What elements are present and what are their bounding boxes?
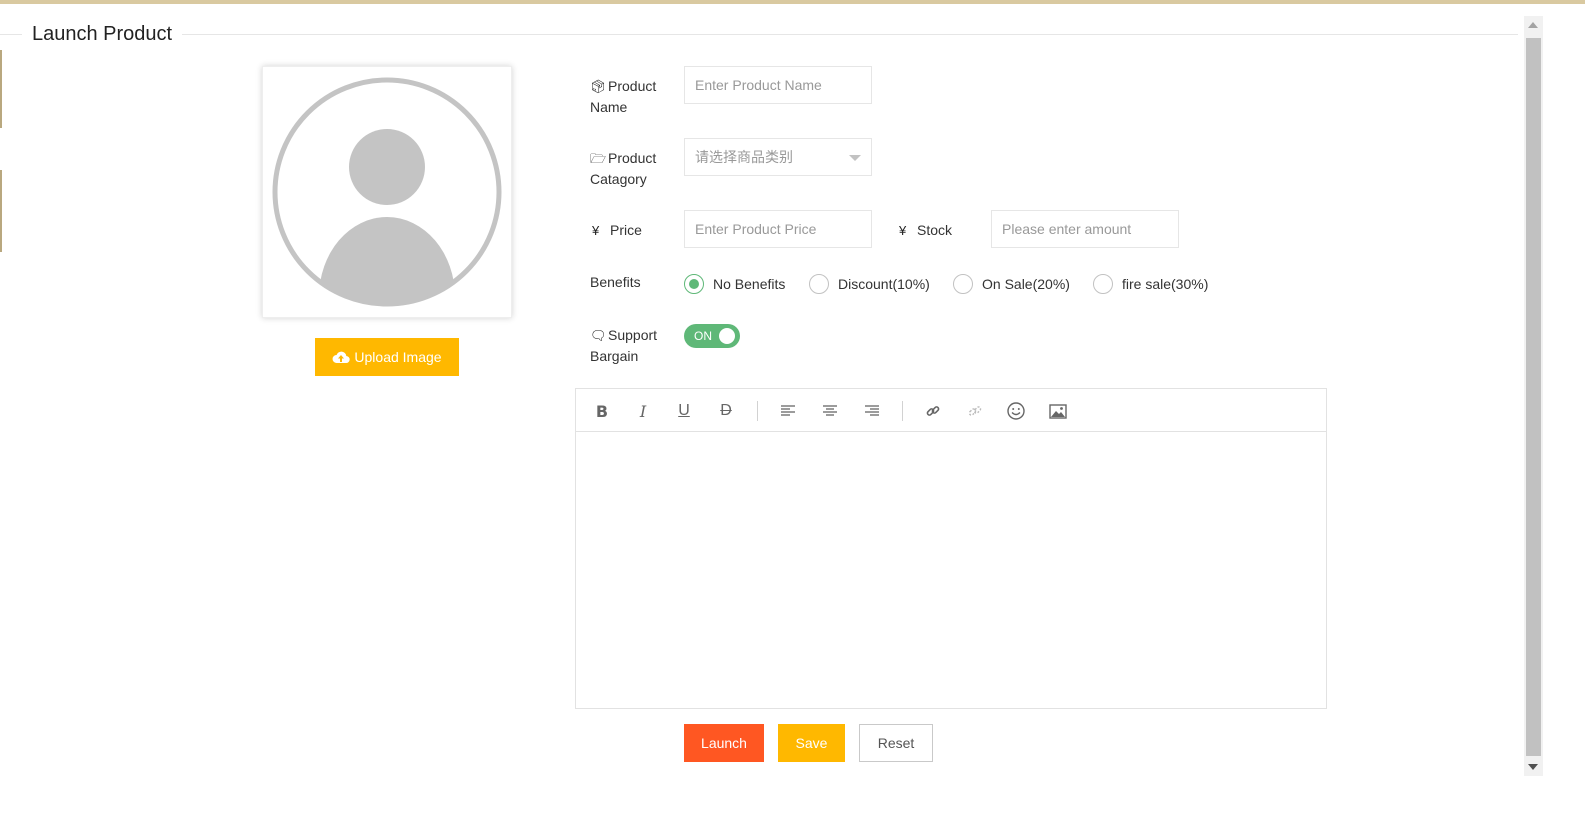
edge-marker <box>0 50 2 128</box>
yen-icon: ¥ <box>899 223 907 238</box>
align-right-icon[interactable] <box>861 400 883 422</box>
align-left-icon[interactable] <box>777 400 799 422</box>
image-icon[interactable] <box>1047 400 1069 422</box>
upload-image-button[interactable]: Upload Image <box>315 338 459 376</box>
switch-knob <box>719 328 735 344</box>
support-bargain-label: 🗨︎Support Bargain <box>590 327 658 364</box>
yen-icon: ¥ <box>592 223 600 238</box>
unlink-icon[interactable] <box>964 400 986 422</box>
radio-discount[interactable]: Discount(10%) <box>809 272 930 296</box>
price-input[interactable] <box>684 210 872 248</box>
radio-no-benefits[interactable]: No Benefits <box>684 272 785 296</box>
cloud-upload-icon <box>332 351 351 364</box>
align-center-icon[interactable] <box>819 400 841 422</box>
user-placeholder-icon <box>272 77 502 307</box>
radio-checked-icon <box>684 274 704 294</box>
radio-fire-sale[interactable]: fire sale(30%) <box>1093 272 1208 296</box>
italic-icon[interactable]: I <box>632 400 654 422</box>
cube-icon: 📦︎ <box>590 79 607 94</box>
folder-open-icon: 🗁︎ <box>590 151 607 166</box>
scroll-thumb[interactable] <box>1526 38 1541 756</box>
page-frame: Launch Product Upload Image 📦︎Product Na… <box>0 4 1585 816</box>
strikethrough-icon[interactable]: D <box>715 400 737 422</box>
radio-unchecked-icon <box>953 274 973 294</box>
avatar-preview <box>262 66 512 318</box>
stock-input[interactable] <box>991 210 1179 248</box>
page-title: Launch Product <box>22 23 183 46</box>
product-name-label: 📦︎Product Name <box>590 78 657 115</box>
radio-unchecked-icon <box>809 274 829 294</box>
reset-button[interactable]: Reset <box>859 724 933 762</box>
launch-button[interactable]: Launch <box>684 724 764 762</box>
chat-bubbles-icon: 🗨︎ <box>590 328 607 343</box>
vertical-scrollbar[interactable] <box>1524 16 1543 776</box>
upload-image-label: Upload Image <box>354 349 442 365</box>
price-label: ¥ Price <box>592 220 642 241</box>
stock-label: ¥ Stock <box>899 220 952 241</box>
support-bargain-switch[interactable]: ON <box>684 324 740 348</box>
radio-unchecked-icon <box>1093 274 1113 294</box>
category-placeholder: 请选择商品类别 <box>695 149 793 165</box>
fieldset-line <box>0 34 1518 35</box>
scroll-up-arrow-icon[interactable] <box>1528 22 1538 28</box>
product-category-select[interactable]: 请选择商品类别 <box>684 138 872 176</box>
radio-on-sale[interactable]: On Sale(20%) <box>953 272 1070 296</box>
editor-toolbar: B I U D <box>576 389 1326 432</box>
save-button[interactable]: Save <box>778 724 845 762</box>
emoji-icon[interactable] <box>1005 400 1027 422</box>
caret-down-icon <box>849 155 861 161</box>
editor-content-area[interactable] <box>576 432 1326 708</box>
benefits-label: Benefits <box>590 274 641 290</box>
rich-text-editor: B I U D <box>575 388 1327 709</box>
product-category-label: 🗁︎ Product Catagory <box>590 150 657 187</box>
bold-icon[interactable]: B <box>591 400 613 422</box>
edge-marker <box>0 170 2 252</box>
product-name-input[interactable] <box>684 66 872 104</box>
scroll-down-arrow-icon[interactable] <box>1528 764 1538 770</box>
link-icon[interactable] <box>922 400 944 422</box>
underline-icon[interactable]: U <box>673 400 695 422</box>
